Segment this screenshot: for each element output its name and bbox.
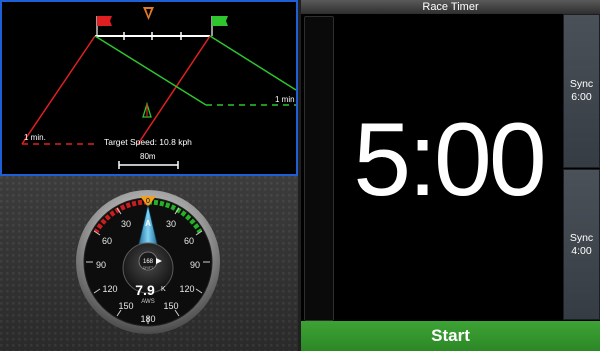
- timer-side-strip: [304, 16, 334, 321]
- sync-4-00-button[interactable]: Sync 4:00: [563, 169, 600, 320]
- start-button[interactable]: Start: [301, 321, 600, 351]
- boat-flag-icon: [211, 16, 228, 36]
- left-pane: 1 min. 1 min Target Speed: 10.8 kph 80m: [0, 0, 298, 351]
- aws-label: AWS: [141, 299, 154, 305]
- pin-green-layline: [94, 35, 207, 106]
- scale-left-150: 150: [118, 301, 133, 311]
- aws-unit: K: [161, 286, 166, 293]
- scale-right-60: 60: [184, 236, 194, 246]
- scale-right-30: 30: [166, 219, 176, 229]
- sync-button-label: Sync: [569, 231, 594, 244]
- scale-right-120: 120: [179, 284, 194, 294]
- sync-button-label: Sync: [569, 78, 594, 90]
- needle-letter: A: [145, 219, 151, 228]
- aws-value: 7.9: [135, 282, 155, 298]
- scale-left-90: 90: [96, 260, 106, 270]
- sync-6-00-button[interactable]: Sync 6:00: [563, 14, 600, 168]
- scale-right-90: 90: [190, 260, 200, 270]
- race-timer-title: Race Timer: [301, 0, 600, 14]
- scale-right-150: 150: [163, 301, 178, 311]
- sync-button-value: 4:00: [571, 244, 592, 257]
- scale-left-120: 120: [102, 284, 117, 294]
- right-time-label: 1 min: [275, 95, 295, 104]
- scale-left-30: 30: [121, 219, 131, 229]
- boat-red-layline: [137, 35, 211, 145]
- pin-flag-icon: [96, 16, 112, 36]
- boat-layline: [209, 35, 296, 91]
- drift-value: 168: [143, 259, 154, 265]
- left-time-label: 1 min.: [24, 133, 46, 142]
- scale-bottom-180: 180: [140, 314, 155, 324]
- top-marker-label: 0: [146, 198, 150, 205]
- drift-label: DRIFT: [143, 266, 154, 270]
- scale-left-60: 60: [102, 236, 112, 246]
- race-timer-pane: Race Timer 5:00 Sync 6:00 Sync 4:00 Star…: [301, 0, 600, 351]
- start-line-chart[interactable]: 1 min. 1 min Target Speed: 10.8 kph 80m: [0, 0, 298, 176]
- target-speed-label: Target Speed: 10.8 kph: [104, 137, 192, 147]
- scale-label: 80m: [140, 152, 156, 161]
- pin-layline: [21, 35, 96, 145]
- sync-button-value: 6:00: [571, 91, 592, 103]
- wind-gauge-panel: 0 30 60 90 120 150 30 60 90 120 150 180 …: [0, 176, 298, 351]
- countdown-display: 5:00: [353, 102, 546, 218]
- wind-direction-icon: [143, 7, 154, 20]
